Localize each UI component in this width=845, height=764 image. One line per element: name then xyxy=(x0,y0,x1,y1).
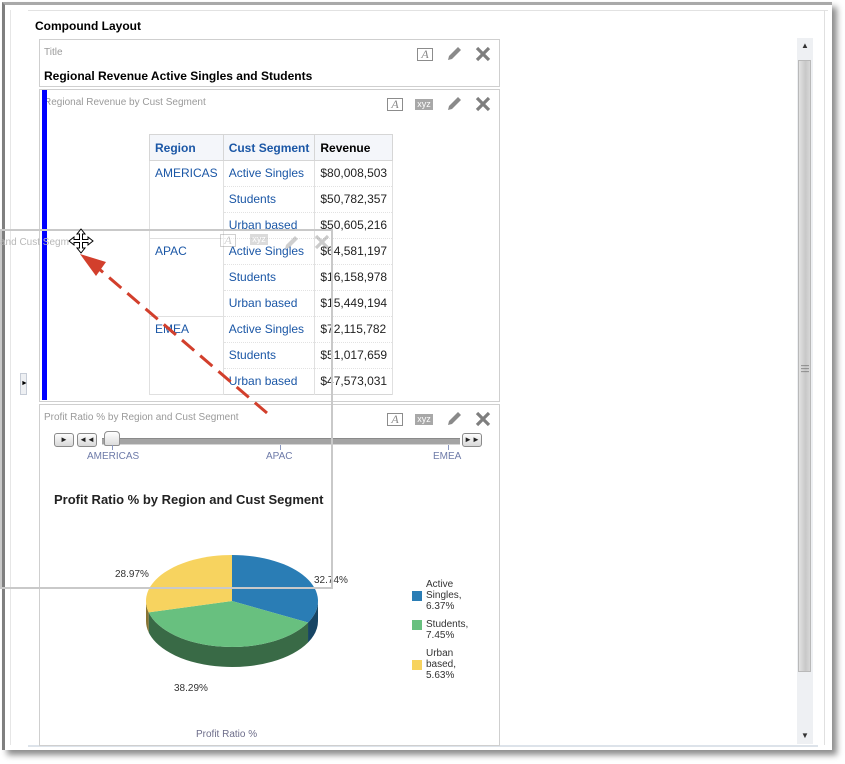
table-row: AMERICAS Active Singles $80,008,503 xyxy=(149,160,394,239)
revenue-cell: $15,449,194 xyxy=(314,290,394,317)
drag-ghost-label: and Cust Segm xyxy=(0,237,69,248)
segment-cell[interactable]: Students xyxy=(222,186,316,213)
segment-cell[interactable]: Students xyxy=(222,342,316,369)
pie-chart xyxy=(146,555,318,667)
legend-item[interactable]: Students, 7.45% xyxy=(412,619,476,641)
format-icon[interactable]: A xyxy=(417,47,433,61)
segment-cell[interactable]: Urban based xyxy=(222,290,316,317)
revenue-cell: $47,573,031 xyxy=(314,368,394,395)
revenue-cell: $80,008,503 xyxy=(314,160,394,187)
column-header-cust-segment[interactable]: Cust Segment xyxy=(222,134,316,161)
edit-icon[interactable] xyxy=(445,95,463,113)
region-cell[interactable]: APAC xyxy=(149,238,224,317)
view-toolbar: A xyxy=(417,44,491,64)
column-header-region[interactable]: Region xyxy=(149,134,224,161)
slice-label: 32.74% xyxy=(314,575,348,586)
legend-swatch xyxy=(412,620,422,630)
region-cell[interactable]: EMEA xyxy=(149,316,224,395)
revenue-cell: $51,017,659 xyxy=(314,342,394,369)
slice-label: 28.97% xyxy=(115,569,149,580)
pivot-table: Region Cust Segment Revenue AMERICAS Act… xyxy=(149,134,394,395)
view-toolbar: A xyz xyxy=(387,94,491,114)
revenue-cell: $16,158,978 xyxy=(314,264,394,291)
axis-title: Profit Ratio % xyxy=(196,729,258,740)
legend-swatch xyxy=(412,591,422,601)
edit-icon[interactable] xyxy=(445,45,463,63)
view-type-label: Title xyxy=(44,47,63,58)
xyz-icon[interactable]: xyz xyxy=(415,98,433,110)
revenue-cell: $50,782,357 xyxy=(314,186,394,213)
vertical-scrollbar[interactable]: ▲ — — — ▼ xyxy=(797,38,813,744)
graph-view[interactable]: Profit Ratio % by Region and Cust Segmen… xyxy=(39,404,500,746)
revenue-cell: $72,115,782 xyxy=(314,316,394,343)
legend-swatch xyxy=(412,660,422,670)
divider xyxy=(10,10,11,745)
compound-layout-title: Compound Layout xyxy=(35,19,141,33)
remove-icon xyxy=(314,234,330,250)
grip-icon: — — — xyxy=(801,361,809,376)
remove-icon[interactable] xyxy=(475,46,491,62)
region-cell[interactable]: AMERICAS xyxy=(149,160,224,239)
title-view-content: Regional Revenue Active Singles and Stud… xyxy=(44,69,313,83)
title-view[interactable]: Title A Regional Revenue Active Singles … xyxy=(39,39,500,87)
edit-icon xyxy=(285,236,298,249)
format-icon[interactable]: A xyxy=(387,97,403,111)
drag-ghost-toolbar: A xyz xyxy=(220,234,330,252)
segment-cell[interactable]: Urban based xyxy=(222,368,316,395)
column-header-revenue[interactable]: Revenue xyxy=(314,134,394,161)
divider xyxy=(28,10,828,11)
legend-item[interactable]: Active Singles, 6.37% xyxy=(412,579,476,612)
legend-label: Active Singles, 6.37% xyxy=(426,579,462,612)
move-cursor-icon xyxy=(68,228,94,254)
segment-cell[interactable]: Students xyxy=(222,264,316,291)
scroll-up-button[interactable]: ▲ xyxy=(797,38,813,54)
scroll-thumb[interactable]: — — — xyxy=(798,60,811,672)
view-type-label: Regional Revenue by Cust Segment xyxy=(44,97,206,108)
format-icon: A xyxy=(220,234,236,247)
divider xyxy=(824,10,825,745)
segment-cell[interactable]: Active Singles xyxy=(222,160,316,187)
xyz-icon: xyz xyxy=(250,234,268,245)
remove-icon[interactable] xyxy=(475,96,491,112)
slice-label: 38.29% xyxy=(174,683,208,694)
chart-legend: Active Singles, 6.37% Students, 7.45% Ur… xyxy=(412,579,476,688)
table-row: EMEA Active Singles $72,115,782 xyxy=(149,316,394,395)
legend-item[interactable]: Urban based, 5.63% xyxy=(412,648,476,681)
scroll-down-button[interactable]: ▼ xyxy=(797,728,813,744)
segment-cell[interactable]: Active Singles xyxy=(222,316,316,343)
expand-panel-button[interactable]: ► xyxy=(20,373,28,395)
legend-label: Urban based, 5.63% xyxy=(426,648,457,681)
legend-label: Students, 7.45% xyxy=(426,619,469,641)
